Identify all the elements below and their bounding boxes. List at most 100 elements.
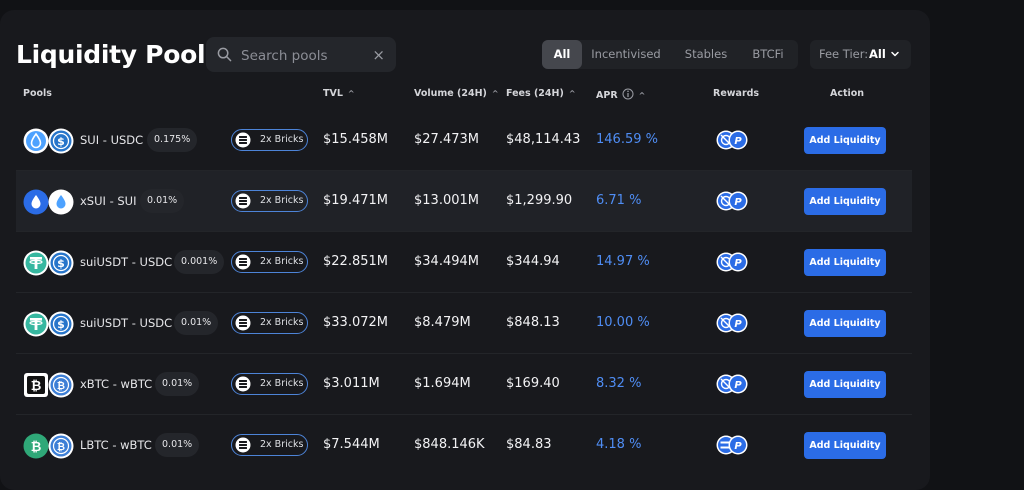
- bricks-icon: [235, 437, 251, 453]
- table-row[interactable]: ₿ ₿ LBTC - wBTC 0.01% 2x Bricks $7.544M …: [16, 415, 912, 476]
- usdc-icon: $: [48, 250, 74, 276]
- fee-badge: 0.001%: [174, 250, 225, 274]
- rewards-icon[interactable]: P: [715, 129, 749, 151]
- col-header-rewards: Rewards: [713, 88, 760, 99]
- xbtc-icon: ₿: [24, 373, 48, 397]
- add-liquidity-button[interactable]: Add Liquidity: [804, 310, 886, 337]
- apr-value[interactable]: 4.18 %: [596, 437, 641, 452]
- fees-value: $344.94: [506, 254, 560, 269]
- rewards-icon[interactable]: P: [715, 373, 749, 395]
- col-header-apr[interactable]: APR ^: [596, 88, 645, 101]
- fee-badge: 0.175%: [147, 128, 198, 152]
- col-header-tvl[interactable]: TVL ^: [323, 88, 355, 99]
- apr-value[interactable]: 146.59 %: [596, 132, 658, 147]
- fee-badge: 0.01%: [140, 189, 185, 213]
- clear-search-icon[interactable]: ×: [372, 46, 385, 64]
- fee-tier-dropdown[interactable]: Fee Tier: All: [810, 40, 911, 69]
- table-row[interactable]: xSUI - SUI 0.01% 2x Bricks $19.471M $13.…: [16, 171, 912, 232]
- bricks-badge: 2x Bricks: [231, 190, 308, 212]
- svg-text:₿: ₿: [57, 380, 65, 392]
- rewards-icon[interactable]: P: [715, 434, 749, 456]
- bricks-badge: 2x Bricks: [231, 434, 308, 456]
- apr-value[interactable]: 14.97 %: [596, 254, 650, 269]
- bricks-label: 2x Bricks: [260, 378, 304, 389]
- fees-value: $1,299.90: [506, 193, 573, 208]
- bricks-label: 2x Bricks: [260, 317, 304, 328]
- svg-text:P: P: [734, 136, 742, 147]
- table-row[interactable]: $ SUI - USDC 0.175% 2x Bricks $15.458M $…: [16, 110, 912, 171]
- page-title: Liquidity Pools: [16, 40, 220, 69]
- apr-value[interactable]: 10.00 %: [596, 315, 650, 330]
- usdt-icon: [23, 250, 49, 276]
- col-header-pools: Pools: [23, 88, 52, 99]
- sort-icon[interactable]: ^: [492, 89, 499, 98]
- table-row[interactable]: ₿ ₿ xBTC - wBTC 0.01% 2x Bricks $3.011M …: [16, 354, 912, 415]
- svg-text:$: $: [57, 135, 65, 148]
- pool-pair-name[interactable]: suiUSDT - USDC: [80, 316, 172, 330]
- tvl-value: $22.851M: [323, 254, 388, 269]
- usdc-icon: $: [48, 311, 74, 337]
- svg-text:P: P: [734, 197, 742, 208]
- sui-icon: [23, 128, 49, 154]
- bricks-badge: 2x Bricks: [231, 129, 308, 151]
- add-liquidity-button[interactable]: Add Liquidity: [804, 432, 886, 459]
- lbtc-icon: ₿: [23, 433, 49, 459]
- tvl-value: $33.072M: [323, 315, 388, 330]
- pool-pair-name[interactable]: xBTC - wBTC: [80, 377, 152, 391]
- bricks-label: 2x Bricks: [260, 195, 304, 206]
- svg-text:$: $: [57, 318, 65, 331]
- tab-all[interactable]: All: [542, 40, 582, 69]
- svg-text:P: P: [734, 258, 742, 269]
- tvl-value: $15.458M: [323, 132, 388, 147]
- table-row[interactable]: $ suiUSDT - USDC 0.01% 2x Bricks $33.072…: [16, 293, 912, 354]
- rewards-icon[interactable]: P: [715, 251, 749, 273]
- svg-text:₿: ₿: [31, 379, 42, 394]
- rewards-icon[interactable]: P: [715, 190, 749, 212]
- svg-text:P: P: [734, 319, 742, 330]
- bricks-icon: [235, 132, 251, 148]
- bricks-badge: 2x Bricks: [231, 373, 308, 395]
- pool-pair-name[interactable]: xSUI - SUI: [80, 194, 136, 208]
- volume-value: $1.694M: [414, 376, 471, 391]
- col-header-action: Action: [830, 88, 865, 99]
- add-liquidity-button[interactable]: Add Liquidity: [804, 249, 886, 276]
- wbtc-icon: ₿: [48, 433, 74, 459]
- sort-icon[interactable]: ^: [569, 89, 576, 98]
- tab-stables[interactable]: Stables: [674, 40, 738, 69]
- pool-pair-name[interactable]: SUI - USDC: [80, 133, 143, 147]
- bricks-icon: [235, 376, 251, 392]
- add-liquidity-button[interactable]: Add Liquidity: [804, 127, 886, 154]
- search-input[interactable]: [239, 37, 373, 74]
- fees-value: $48,114.43: [506, 132, 581, 147]
- rewards-icon[interactable]: P: [715, 312, 749, 334]
- tvl-value: $19.471M: [323, 193, 388, 208]
- apr-value[interactable]: 6.71 %: [596, 193, 641, 208]
- col-header-volume[interactable]: Volume (24H) ^: [414, 88, 499, 99]
- bricks-badge: 2x Bricks: [231, 251, 308, 273]
- wbtc-icon: ₿: [48, 372, 74, 398]
- add-liquidity-button[interactable]: Add Liquidity: [804, 371, 886, 398]
- apr-value[interactable]: 8.32 %: [596, 376, 641, 391]
- sort-icon[interactable]: ^: [639, 91, 646, 100]
- search-box[interactable]: ×: [206, 37, 396, 74]
- bricks-badge: 2x Bricks: [231, 312, 308, 334]
- bricks-label: 2x Bricks: [260, 439, 304, 450]
- volume-value: $27.473M: [414, 132, 479, 147]
- add-liquidity-button[interactable]: Add Liquidity: [804, 188, 886, 215]
- tab-btcfi[interactable]: BTCFi: [742, 40, 794, 69]
- fees-value: $169.40: [506, 376, 560, 391]
- col-header-fees[interactable]: Fees (24H) ^: [506, 88, 576, 99]
- table-row[interactable]: $ suiUSDT - USDC 0.001% 2x Bricks $22.85…: [16, 232, 912, 293]
- filter-tabs: All Incentivised Stables BTCFi: [542, 40, 798, 69]
- pool-pair-name[interactable]: LBTC - wBTC: [80, 438, 152, 452]
- usdt-icon: [23, 311, 49, 337]
- volume-value: $8.479M: [414, 315, 471, 330]
- tvl-value: $3.011M: [323, 376, 380, 391]
- fee-badge: 0.01%: [155, 372, 200, 396]
- tab-incentivised[interactable]: Incentivised: [586, 40, 666, 69]
- bricks-icon: [235, 193, 251, 209]
- sort-icon[interactable]: ^: [348, 89, 355, 98]
- svg-text:$: $: [57, 257, 65, 270]
- info-icon[interactable]: [622, 88, 634, 100]
- pool-pair-name[interactable]: suiUSDT - USDC: [80, 255, 172, 269]
